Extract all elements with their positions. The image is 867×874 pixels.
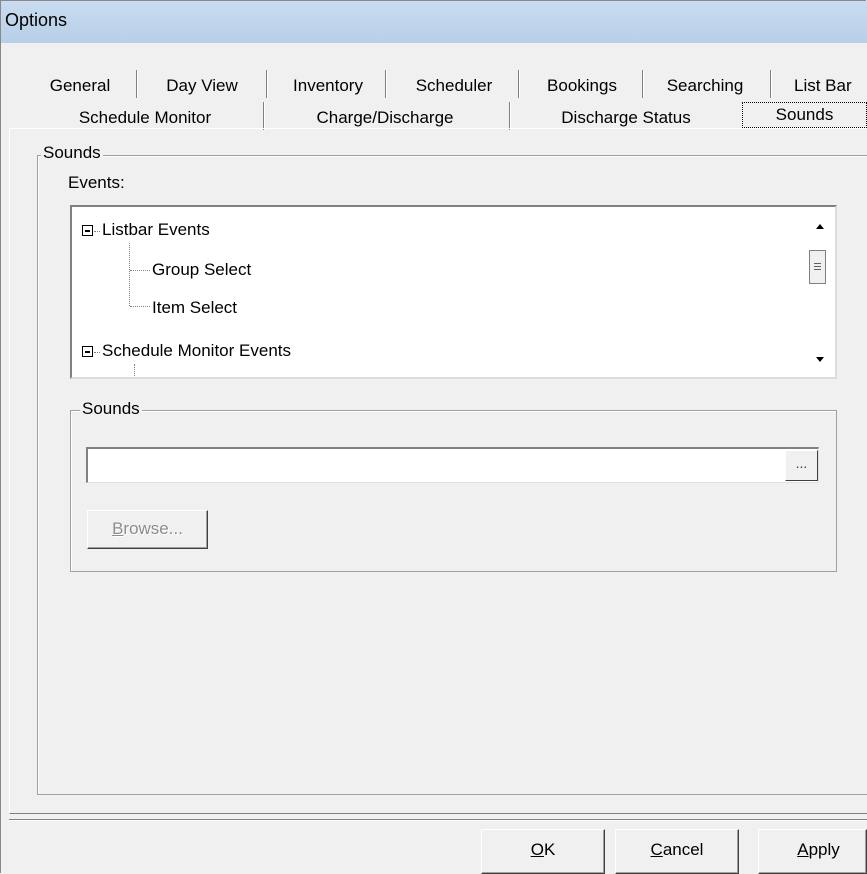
ok-button[interactable]: OK (481, 829, 605, 874)
sounds-group-legend: Sounds (41, 143, 103, 163)
scroll-thumb[interactable] (809, 250, 826, 284)
window-title: Options (5, 10, 68, 30)
cancel-mnemonic: C (650, 840, 663, 859)
apply-label-rest: pply (808, 840, 840, 859)
tab-bookings[interactable]: Bookings (528, 73, 636, 99)
bottom-separator (9, 819, 867, 821)
sound-path-field[interactable] (86, 447, 819, 483)
cancel-label-rest: ancel (662, 840, 704, 859)
title-bar[interactable]: Options (1, 1, 867, 43)
collapse-icon[interactable] (82, 346, 93, 357)
ok-label-rest: K (543, 840, 556, 859)
tree-item-listbar-events[interactable]: Listbar Events (102, 218, 210, 242)
apply-button[interactable]: Apply (758, 829, 867, 874)
tab-list-bar[interactable]: List Bar (782, 73, 867, 99)
events-label: Events: (68, 173, 125, 192)
scroll-up-arrow-icon[interactable] (816, 224, 824, 229)
tree-item-schedule-monitor-events[interactable]: Schedule Monitor Events (102, 339, 291, 363)
sound-path-input[interactable] (88, 449, 786, 479)
browse-mnemonic: B (112, 519, 124, 538)
tab-searching[interactable]: Searching (650, 73, 760, 99)
events-tree-scrollbar[interactable] (806, 207, 835, 377)
tree-item-group-select[interactable]: Group Select (152, 258, 251, 282)
scroll-down-arrow-icon[interactable] (816, 357, 824, 362)
sound-file-group-legend: Sounds (80, 399, 142, 419)
ellipsis-button[interactable]: ... (785, 450, 818, 481)
cancel-button[interactable]: Cancel (615, 829, 739, 874)
ok-mnemonic: O (530, 840, 544, 859)
tree-item-item-select[interactable]: Item Select (152, 296, 237, 320)
tab-inventory[interactable]: Inventory (276, 73, 380, 99)
collapse-icon[interactable] (82, 225, 93, 236)
tab-sounds[interactable]: Sounds (742, 102, 867, 128)
tab-day-view[interactable]: Day View (146, 73, 258, 99)
browse-label-rest: rowse... (123, 519, 183, 538)
browse-button[interactable]: Browse... (87, 510, 208, 549)
apply-mnemonic: A (797, 840, 809, 859)
events-tree[interactable]: Listbar Events Group Select Item Select … (70, 205, 837, 379)
tab-general[interactable]: General (30, 73, 130, 99)
tab-scheduler[interactable]: Scheduler (394, 73, 514, 99)
